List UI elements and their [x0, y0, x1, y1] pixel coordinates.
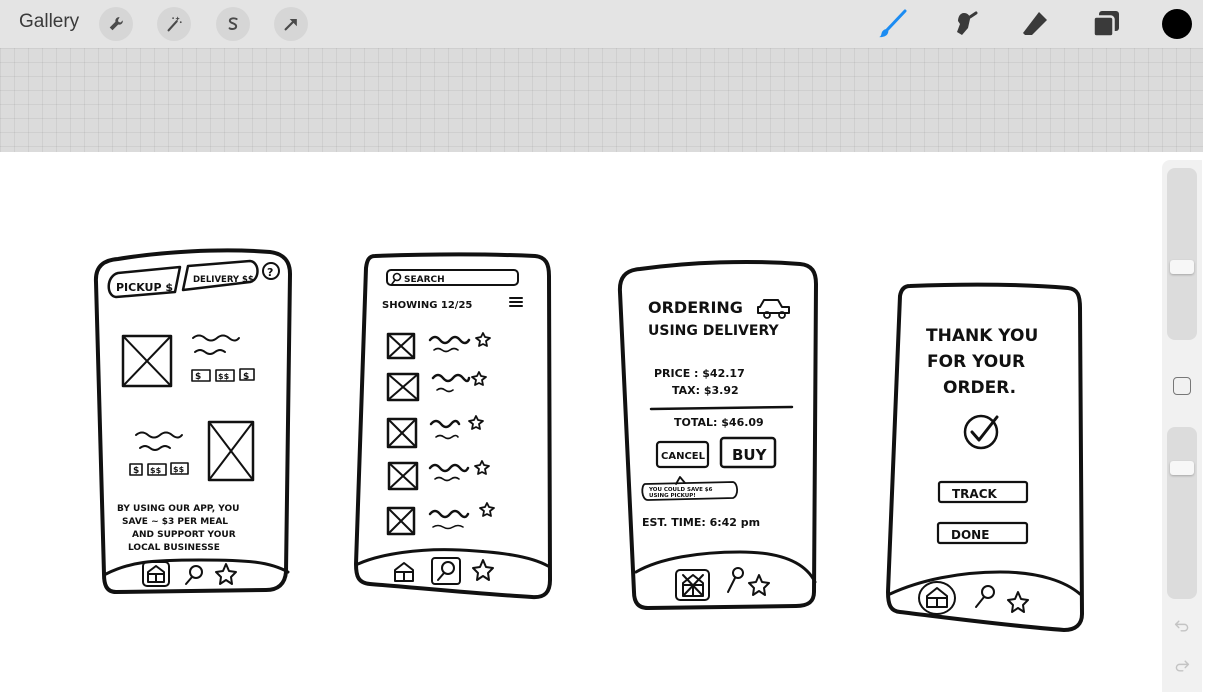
- tax-label: TAX: $3.92: [672, 384, 739, 397]
- list-item: [386, 332, 491, 360]
- list-item: [386, 502, 495, 536]
- magic-wand-icon: [167, 16, 182, 32]
- star-icon: [748, 574, 770, 596]
- star-icon: [474, 460, 490, 475]
- checkmark-circle-icon: [963, 414, 999, 450]
- phone-sketch-search: SEARCH SHOWING 12/25: [354, 252, 552, 600]
- search-icon: [437, 561, 455, 581]
- drawing-canvas[interactable]: PICKUP $ DELIVERY $$ ? $ $$ $ $ $$ $$ BY…: [0, 152, 1160, 692]
- undo-button[interactable]: [1172, 616, 1192, 636]
- list-item: [386, 415, 484, 449]
- wireframe-sketches: PICKUP $ DELIVERY $$ ? $ $$ $ $ $$ $$ BY…: [93, 248, 1084, 632]
- home-icon: [682, 574, 704, 597]
- promo-line-4: LOCAL BUSINESSE: [128, 543, 220, 553]
- opacity-thumb[interactable]: [1170, 461, 1194, 475]
- gallery-button[interactable]: Gallery: [19, 11, 79, 33]
- buy-label: BUY: [732, 446, 768, 464]
- delivery-tab-label: DELIVERY $$: [193, 275, 254, 285]
- modify-button[interactable]: [1173, 377, 1191, 395]
- selection-button[interactable]: [216, 7, 250, 41]
- star-icon: [468, 415, 484, 430]
- search-icon: [975, 585, 995, 608]
- promo-line-2: SAVE ~ $3 PER MEAL: [122, 517, 228, 527]
- car-icon: [757, 299, 790, 319]
- star-icon: [215, 563, 237, 585]
- brush-icon: [879, 9, 907, 38]
- canvas-grid-banner: [0, 48, 1203, 152]
- phone-sketch-checkout: ORDERING USING DELIVERY PRICE : $42.17 T…: [617, 259, 818, 610]
- color-picker-button[interactable]: [1162, 9, 1192, 39]
- thank-you-line-2: FOR YOUR: [927, 352, 1025, 372]
- transform-button[interactable]: [274, 7, 308, 41]
- checkout-title-line-1: ORDERING: [648, 298, 743, 317]
- help-label: ?: [267, 266, 273, 279]
- redo-button[interactable]: [1172, 656, 1192, 676]
- track-label: TRACK: [952, 487, 998, 501]
- brush-tool-button[interactable]: [876, 8, 908, 40]
- undo-icon: [1174, 620, 1189, 632]
- phone-sketch-home: PICKUP $ DELIVERY $$ ? $ $$ $ $ $$ $$ BY…: [93, 248, 292, 594]
- top-toolbar: Gallery: [0, 0, 1203, 48]
- search-placeholder: SEARCH: [404, 275, 445, 285]
- smudge-icon: [957, 11, 978, 35]
- promo-line-1: BY USING OUR APP, YOU: [117, 504, 239, 514]
- wrench-icon: [109, 17, 123, 31]
- pickup-tab-label: PICKUP $: [116, 281, 173, 294]
- price-label: PRICE : $42.17: [654, 367, 745, 380]
- promo-line-3: AND SUPPORT YOUR: [132, 530, 236, 540]
- star-icon: [479, 502, 495, 517]
- search-icon: [727, 567, 744, 593]
- actions-wrench-button[interactable]: [99, 7, 133, 41]
- phone-sketch-confirmation: THANK YOU FOR YOUR ORDER. TRACK DONE: [886, 282, 1084, 632]
- placeholder-image-icon: [121, 334, 173, 388]
- eraser-icon: [1023, 12, 1047, 35]
- price-tag-6: $$: [173, 465, 185, 474]
- list-item: [387, 460, 490, 491]
- price-tag-4: $: [133, 466, 139, 476]
- savings-tip-line-2: USING PICKUP!: [649, 493, 696, 499]
- thank-you-line-3: ORDER.: [943, 378, 1016, 398]
- layers-icon: [1092, 11, 1119, 38]
- redo-icon: [1175, 660, 1190, 672]
- star-icon: [1007, 591, 1029, 613]
- total-label: TOTAL: $46.09: [674, 416, 764, 429]
- price-tag-5: $$: [150, 466, 162, 475]
- results-count: SHOWING 12/25: [382, 300, 472, 311]
- selection-icon: [228, 17, 238, 30]
- thank-you-line-1: THANK YOU: [926, 326, 1038, 346]
- search-icon: [185, 565, 203, 585]
- menu-icon: [509, 297, 523, 307]
- home-icon: [394, 562, 414, 582]
- layers-button[interactable]: [1090, 8, 1122, 40]
- placeholder-image-icon: [207, 420, 255, 482]
- cancel-label: CANCEL: [661, 451, 706, 462]
- eraser-tool-button[interactable]: [1019, 8, 1051, 40]
- transform-arrow-icon: [284, 19, 297, 31]
- brush-size-slider[interactable]: [1167, 168, 1197, 340]
- opacity-slider[interactable]: [1167, 427, 1197, 599]
- list-item: [386, 371, 487, 402]
- price-tag-2: $$: [218, 372, 230, 381]
- done-label: DONE: [951, 528, 989, 542]
- star-icon: [471, 371, 487, 386]
- star-icon: [472, 559, 494, 581]
- estimated-time-label: EST. TIME: 6:42 pm: [642, 516, 760, 529]
- brush-size-thumb[interactable]: [1170, 260, 1194, 274]
- search-icon: [391, 272, 402, 285]
- home-icon: [926, 587, 948, 608]
- checkout-title-line-2: USING DELIVERY: [648, 323, 779, 339]
- smudge-tool-button[interactable]: [948, 8, 980, 40]
- right-sidebar: [1162, 160, 1202, 692]
- adjustments-button[interactable]: [157, 7, 191, 41]
- star-icon: [475, 332, 491, 347]
